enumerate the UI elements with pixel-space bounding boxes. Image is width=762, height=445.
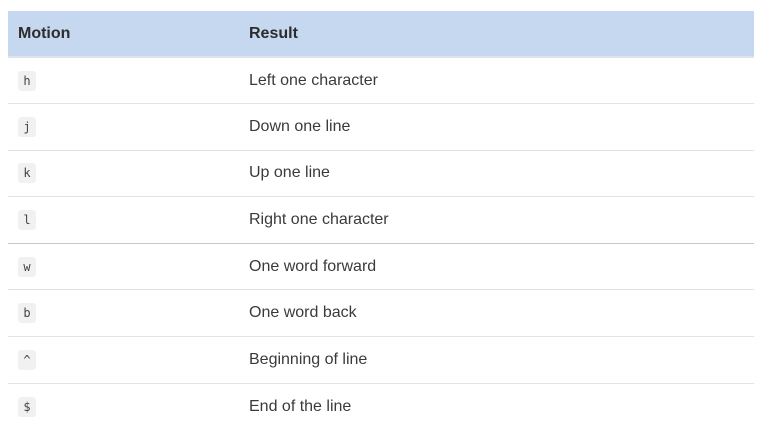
motion-cell: j xyxy=(8,104,239,151)
table-row: k Up one line xyxy=(8,150,754,197)
result-cell: End of the line xyxy=(249,397,352,415)
table-row: l Right one character xyxy=(8,197,754,244)
result-cell: One word back xyxy=(249,304,357,322)
vim-motions-table: Motion Result h Left one character j Dow… xyxy=(8,11,754,430)
result-cell: Beginning of line xyxy=(249,350,368,368)
result-cell: Up one line xyxy=(249,164,330,182)
motion-cell: k xyxy=(8,150,239,197)
table-row: h Left one character xyxy=(8,57,754,104)
result-cell: Left one character xyxy=(249,71,378,89)
motion-cell: $ xyxy=(8,383,239,430)
motion-cell: h xyxy=(8,57,239,104)
result-cell: One word forward xyxy=(249,257,377,275)
motion-key: w xyxy=(18,256,36,277)
motion-key: j xyxy=(18,116,36,137)
table-body: h Left one character j Down one line k U… xyxy=(8,57,754,430)
table-header: Motion Result xyxy=(8,11,754,58)
motion-cell: ^ xyxy=(8,337,239,384)
motion-cell: b xyxy=(8,290,239,337)
motion-key: l xyxy=(18,210,36,231)
motion-key: h xyxy=(18,70,36,91)
motion-key: k xyxy=(18,163,36,184)
table-row: w One word forward xyxy=(8,243,754,290)
result-cell: Down one line xyxy=(249,117,351,135)
vim-motions-table-container: Motion Result h Left one character j Dow… xyxy=(8,11,754,430)
column-header-motion: Motion xyxy=(8,11,239,58)
table-header-row: Motion Result xyxy=(8,11,754,58)
motion-key: $ xyxy=(18,396,36,417)
motion-key: b xyxy=(18,303,36,324)
table-row: b One word back xyxy=(8,290,754,337)
table-row: $ End of the line xyxy=(8,383,754,430)
result-cell: Right one character xyxy=(249,211,389,229)
table-row: j Down one line xyxy=(8,104,754,151)
table-row: ^ Beginning of line xyxy=(8,337,754,384)
motion-cell: w xyxy=(8,243,239,290)
motion-cell: l xyxy=(8,197,239,244)
motion-key: ^ xyxy=(18,349,36,370)
column-header-result: Result xyxy=(239,11,754,58)
